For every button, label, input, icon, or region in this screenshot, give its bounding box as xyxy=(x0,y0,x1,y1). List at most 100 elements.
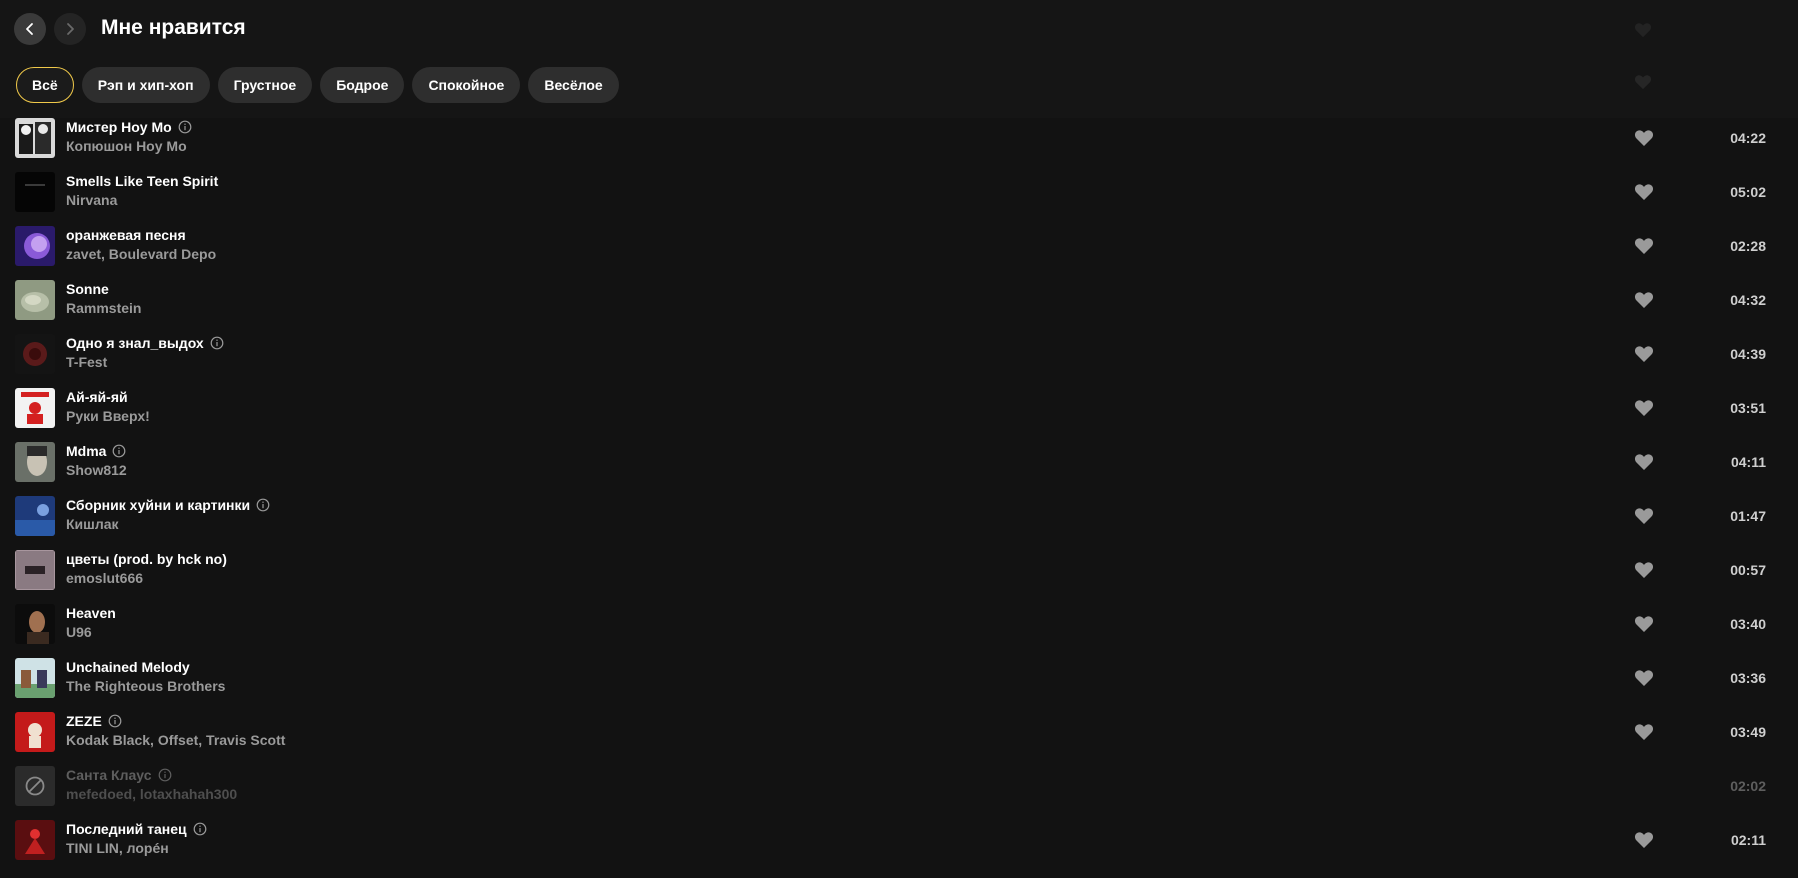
track-artist[interactable]: Kodak Black, Offset, Travis Scott xyxy=(66,731,285,749)
info-icon[interactable] xyxy=(193,822,207,836)
album-cover xyxy=(15,334,55,374)
track-title[interactable]: оранжевая песня xyxy=(66,226,186,244)
track-artist[interactable]: Rammstein xyxy=(66,299,141,317)
album-cover xyxy=(15,820,55,860)
track-title[interactable]: Санта Клаус xyxy=(66,766,172,784)
track-row-unavailable[interactable]: Санта Клаус mefedoed, lotaxhahah300 02:0… xyxy=(0,756,1798,810)
chip-all[interactable]: Всё xyxy=(16,67,74,103)
track-title[interactable]: Unchained Melody xyxy=(66,658,190,676)
heart-icon[interactable] xyxy=(1634,507,1654,525)
chevron-left-icon xyxy=(26,23,33,35)
track-title[interactable]: ZEZE xyxy=(66,712,122,730)
track-artist[interactable]: Копюшон Hoy Mo xyxy=(66,137,187,155)
heart-icon[interactable] xyxy=(1634,237,1654,255)
track-artist[interactable]: T-Fest xyxy=(66,353,107,371)
track-artist[interactable]: Nirvana xyxy=(66,191,117,209)
track-duration: 04:22 xyxy=(1730,130,1766,146)
top-bar: Мне нравится Всё Рэп и хип-хоп Грустное … xyxy=(0,0,1798,118)
heart-icon[interactable] xyxy=(1634,399,1654,417)
chip-rap-hiphop[interactable]: Рэп и хип-хоп xyxy=(81,67,210,103)
track-duration: 02:28 xyxy=(1730,238,1766,254)
track-row[interactable]: Одно я знал_выдох T-Fest 04:39 xyxy=(0,324,1798,378)
track-title[interactable]: Smells Like Teen Spirit xyxy=(66,172,218,190)
album-cover xyxy=(15,550,55,590)
album-cover xyxy=(15,604,55,644)
faded-heart-icon xyxy=(1634,23,1652,38)
track-duration: 02:02 xyxy=(1730,778,1766,794)
info-icon[interactable] xyxy=(178,120,192,134)
track-artist[interactable]: Show812 xyxy=(66,461,127,479)
track-row[interactable]: Mdma Show812 04:11 xyxy=(0,432,1798,486)
track-row[interactable]: Ай-яй-яй Руки Вверх! 03:51 xyxy=(0,378,1798,432)
heart-icon[interactable] xyxy=(1634,345,1654,363)
track-duration: 02:11 xyxy=(1730,832,1766,848)
track-row[interactable]: Unchained Melody The Righteous Brothers … xyxy=(0,648,1798,702)
track-title[interactable]: Ай-яй-яй xyxy=(66,388,128,406)
heart-icon[interactable] xyxy=(1634,183,1654,201)
track-duration: 01:47 xyxy=(1730,508,1766,524)
heart-icon[interactable] xyxy=(1634,291,1654,309)
chip-energetic[interactable]: Бодрое xyxy=(320,67,405,103)
track-title[interactable]: Heaven xyxy=(66,604,116,622)
heart-icon[interactable] xyxy=(1634,453,1654,471)
track-artist[interactable]: Руки Вверх! xyxy=(66,407,150,425)
info-icon[interactable] xyxy=(108,714,122,728)
track-duration: 03:51 xyxy=(1730,400,1766,416)
track-artist[interactable]: U96 xyxy=(66,623,92,641)
track-row[interactable]: Сборник хуйни и картинки Кишлак 01:47 xyxy=(0,486,1798,540)
unavailable-cover xyxy=(15,766,55,806)
album-cover xyxy=(15,172,55,212)
chip-sad[interactable]: Грустное xyxy=(217,67,313,103)
track-title[interactable]: Мистер Hoy Mo xyxy=(66,118,192,136)
album-cover xyxy=(15,388,55,428)
track-artist[interactable]: emoslut666 xyxy=(66,569,143,587)
track-title[interactable]: Одно я знал_выдох xyxy=(66,334,224,352)
chip-calm[interactable]: Спокойное xyxy=(412,67,521,103)
track-row[interactable]: ZEZE Kodak Black, Offset, Travis Scott 0… xyxy=(0,702,1798,756)
page-title: Мне нравится xyxy=(101,16,246,39)
track-row[interactable]: Последний танец TINI LIN, лорéн 02:11 xyxy=(0,810,1798,864)
heart-icon[interactable] xyxy=(1634,129,1654,147)
track-duration: 04:32 xyxy=(1730,292,1766,308)
track-title[interactable]: цветы (prod. by hck no) xyxy=(66,550,227,568)
track-list: Мистер Hoy Mo Копюшон Hoy Mo 04:22 Smell… xyxy=(0,108,1798,864)
track-row[interactable]: оранжевая песня zavet, Boulevard Depo 02… xyxy=(0,216,1798,270)
track-row[interactable]: Sonne Rammstein 04:32 xyxy=(0,270,1798,324)
track-artist[interactable]: TINI LIN, лорéн xyxy=(66,839,169,857)
info-icon[interactable] xyxy=(210,336,224,350)
heart-icon[interactable] xyxy=(1634,723,1654,741)
album-cover xyxy=(15,442,55,482)
track-artist[interactable]: The Righteous Brothers xyxy=(66,677,225,695)
track-row[interactable]: Smells Like Teen Spirit Nirvana 05:02 xyxy=(0,162,1798,216)
info-icon[interactable] xyxy=(158,768,172,782)
track-artist[interactable]: zavet, Boulevard Depo xyxy=(66,245,216,263)
info-icon[interactable] xyxy=(256,498,270,512)
heart-icon[interactable] xyxy=(1634,669,1654,687)
album-cover xyxy=(15,658,55,698)
chevron-right-icon xyxy=(67,23,74,35)
album-cover xyxy=(15,712,55,752)
faded-heart-icon xyxy=(1634,75,1652,90)
track-title[interactable]: Sonne xyxy=(66,280,109,298)
forward-button[interactable] xyxy=(54,13,86,45)
track-row[interactable]: Heaven U96 03:40 xyxy=(0,594,1798,648)
track-title[interactable]: Последний танец xyxy=(66,820,207,838)
back-button[interactable] xyxy=(14,13,46,45)
album-cover xyxy=(15,118,55,158)
track-duration: 03:49 xyxy=(1730,724,1766,740)
track-duration: 03:40 xyxy=(1730,616,1766,632)
blocked-icon xyxy=(25,776,45,796)
heart-icon[interactable] xyxy=(1634,615,1654,633)
album-cover xyxy=(15,496,55,536)
track-title[interactable]: Сборник хуйни и картинки xyxy=(66,496,270,514)
track-duration: 05:02 xyxy=(1730,184,1766,200)
track-title[interactable]: Mdma xyxy=(66,442,126,460)
filter-chips: Всё Рэп и хип-хоп Грустное Бодрое Спокой… xyxy=(16,67,619,103)
heart-icon[interactable] xyxy=(1634,561,1654,579)
track-artist[interactable]: Кишлак xyxy=(66,515,119,533)
info-icon[interactable] xyxy=(112,444,126,458)
track-row[interactable]: цветы (prod. by hck no) emoslut666 00:57 xyxy=(0,540,1798,594)
chip-cheerful[interactable]: Весёлое xyxy=(528,67,619,103)
heart-icon[interactable] xyxy=(1634,831,1654,849)
track-artist[interactable]: mefedoed, lotaxhahah300 xyxy=(66,785,237,803)
